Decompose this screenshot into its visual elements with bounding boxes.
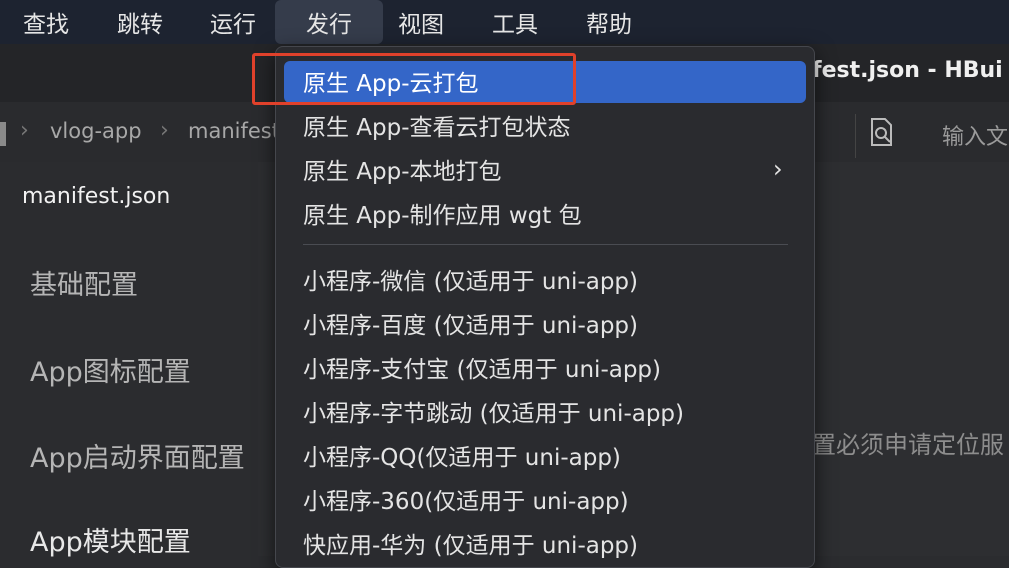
menu-goto[interactable]: 跳转 (104, 0, 176, 44)
breadcrumb-item-file[interactable]: manifest (188, 119, 280, 143)
breadcrumb-chevron-icon: › (20, 118, 29, 143)
sidebar-item-basic-config[interactable]: 基础配置 (30, 263, 138, 302)
menu-item-label: 原生 App-本地打包 (303, 159, 502, 185)
menu-item-label: 快应用-华为 (仅适用于 uni-app) (303, 533, 639, 559)
menu-help[interactable]: 帮助 (573, 0, 645, 44)
toolbar-divider (855, 114, 856, 158)
menu-item-native-local-pack[interactable]: 原生 App-本地打包 › (276, 147, 814, 191)
menu-item-label: 小程序-字节跳动 (仅适用于 uni-app) (303, 401, 685, 427)
menu-item-label: 原生 App-制作应用 wgt 包 (303, 203, 582, 229)
menu-view[interactable]: 视图 (385, 0, 457, 44)
chevron-right-icon: › (773, 155, 783, 183)
menu-item-mp-weixin[interactable]: 小程序-微信 (仅适用于 uni-app) (276, 257, 814, 301)
breadcrumb-item-project[interactable]: vlog-app (50, 119, 142, 143)
menu-item-label: 小程序-360(仅适用于 uni-app) (303, 489, 629, 515)
publish-dropdown-menu: 原生 App-云打包 原生 App-查看云打包状态 原生 App-本地打包 › … (275, 46, 815, 568)
breadcrumb-chevron-icon: › (160, 118, 169, 143)
menu-item-label: 小程序-支付宝 (仅适用于 uni-app) (303, 357, 662, 383)
menu-item-mp-baidu[interactable]: 小程序-百度 (仅适用于 uni-app) (276, 301, 814, 345)
menu-publish[interactable]: 发行 (275, 0, 383, 44)
menu-item-make-wgt[interactable]: 原生 App-制作应用 wgt 包 (276, 191, 814, 235)
menu-item-mp-360[interactable]: 小程序-360(仅适用于 uni-app) (276, 477, 814, 521)
menu-item-label: 小程序-百度 (仅适用于 uni-app) (303, 313, 639, 339)
menu-item-mp-toutiao[interactable]: 小程序-字节跳动 (仅适用于 uni-app) (276, 389, 814, 433)
window-title: fest.json - HBui (812, 58, 1003, 83)
menubar: 查找 跳转 运行 发行 视图 工具 帮助 (0, 0, 1009, 44)
menu-item-mp-qq[interactable]: 小程序-QQ(仅适用于 uni-app) (276, 433, 814, 477)
menu-separator (303, 244, 788, 245)
menu-item-quickapp-huawei[interactable]: 快应用-华为 (仅适用于 uni-app) (276, 521, 814, 565)
breadcrumb-edge-marker (0, 122, 6, 146)
menu-item-view-cloud-pack-status[interactable]: 原生 App-查看云打包状态 (276, 103, 814, 147)
menu-item-label: 原生 App-查看云打包状态 (303, 115, 571, 141)
file-search-icon[interactable] (866, 116, 898, 148)
sidebar-item-app-icon-config[interactable]: App图标配置 (30, 350, 191, 389)
content-partial-text: 置必须申请定位服 (812, 431, 1004, 459)
menu-item-mp-alipay[interactable]: 小程序-支付宝 (仅适用于 uni-app) (276, 345, 814, 389)
menu-run[interactable]: 运行 (197, 0, 269, 44)
annotation-highlight-box (252, 53, 576, 105)
menu-item-label: 小程序-QQ(仅适用于 uni-app) (303, 445, 621, 471)
menu-tools[interactable]: 工具 (479, 0, 551, 44)
sidebar-item-splash-config[interactable]: App启动界面配置 (30, 436, 245, 475)
search-input[interactable]: 输入文 (942, 119, 1008, 151)
menu-item-label: 小程序-微信 (仅适用于 uni-app) (303, 269, 639, 295)
menu-find[interactable]: 查找 (10, 0, 82, 44)
file-tab-manifest[interactable]: manifest.json (22, 184, 170, 209)
sidebar-item-module-config[interactable]: App模块配置 (30, 520, 191, 559)
